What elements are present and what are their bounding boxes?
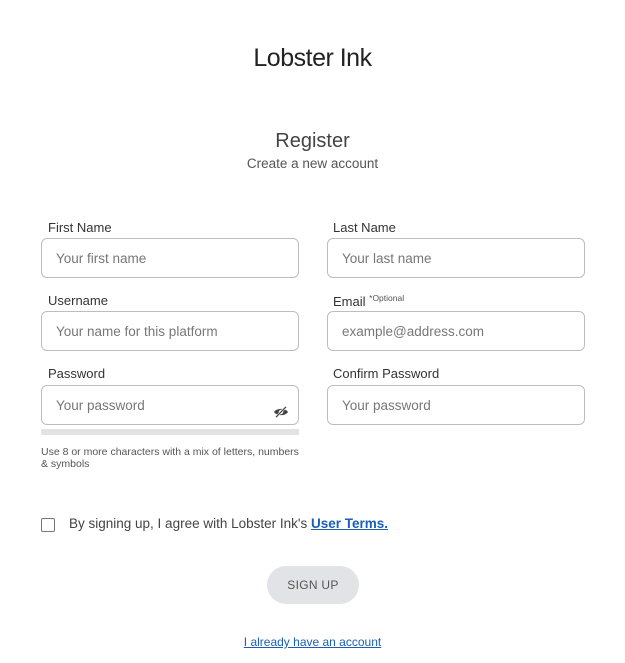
terms-checkbox[interactable] [41, 518, 55, 532]
email-label: Email *Optional [333, 293, 404, 309]
username-field[interactable] [41, 311, 299, 351]
last-name-input[interactable] [328, 239, 584, 277]
brand-logo: Lobster Ink [253, 44, 372, 72]
sign-up-button[interactable]: SIGN UP [267, 566, 359, 604]
confirm-password-label: Confirm Password [333, 366, 440, 381]
user-terms-link[interactable]: User Terms. [311, 516, 388, 531]
first-name-input[interactable] [42, 239, 298, 277]
page-subtitle: Create a new account [246, 156, 379, 171]
eye-slash-icon[interactable] [273, 405, 289, 419]
password-label: Password [48, 366, 106, 381]
page-title: Register [275, 130, 350, 152]
first-name-field[interactable] [41, 238, 299, 278]
password-hint: Use 8 or more characters with a mix of l… [41, 446, 299, 470]
confirm-password-field[interactable] [327, 385, 585, 425]
terms-label: By signing up, I agree with Lobster Ink'… [69, 516, 311, 531]
last-name-label: Last Name [333, 220, 396, 235]
email-label-text: Email [333, 294, 366, 309]
password-input[interactable] [42, 386, 298, 424]
first-name-label: First Name [48, 220, 112, 235]
username-input[interactable] [42, 312, 298, 350]
confirm-password-input[interactable] [328, 386, 584, 424]
password-strength-bar [41, 429, 299, 435]
terms-text: By signing up, I agree with Lobster Ink'… [69, 516, 388, 531]
already-have-account-link[interactable]: I already have an account [244, 635, 381, 649]
last-name-field[interactable] [327, 238, 585, 278]
username-label: Username [48, 293, 108, 308]
login-link-container: I already have an account [0, 635, 625, 649]
email-input[interactable] [328, 312, 584, 350]
password-field[interactable] [41, 385, 299, 425]
email-field[interactable] [327, 311, 585, 351]
email-optional-tag: *Optional [369, 293, 405, 303]
